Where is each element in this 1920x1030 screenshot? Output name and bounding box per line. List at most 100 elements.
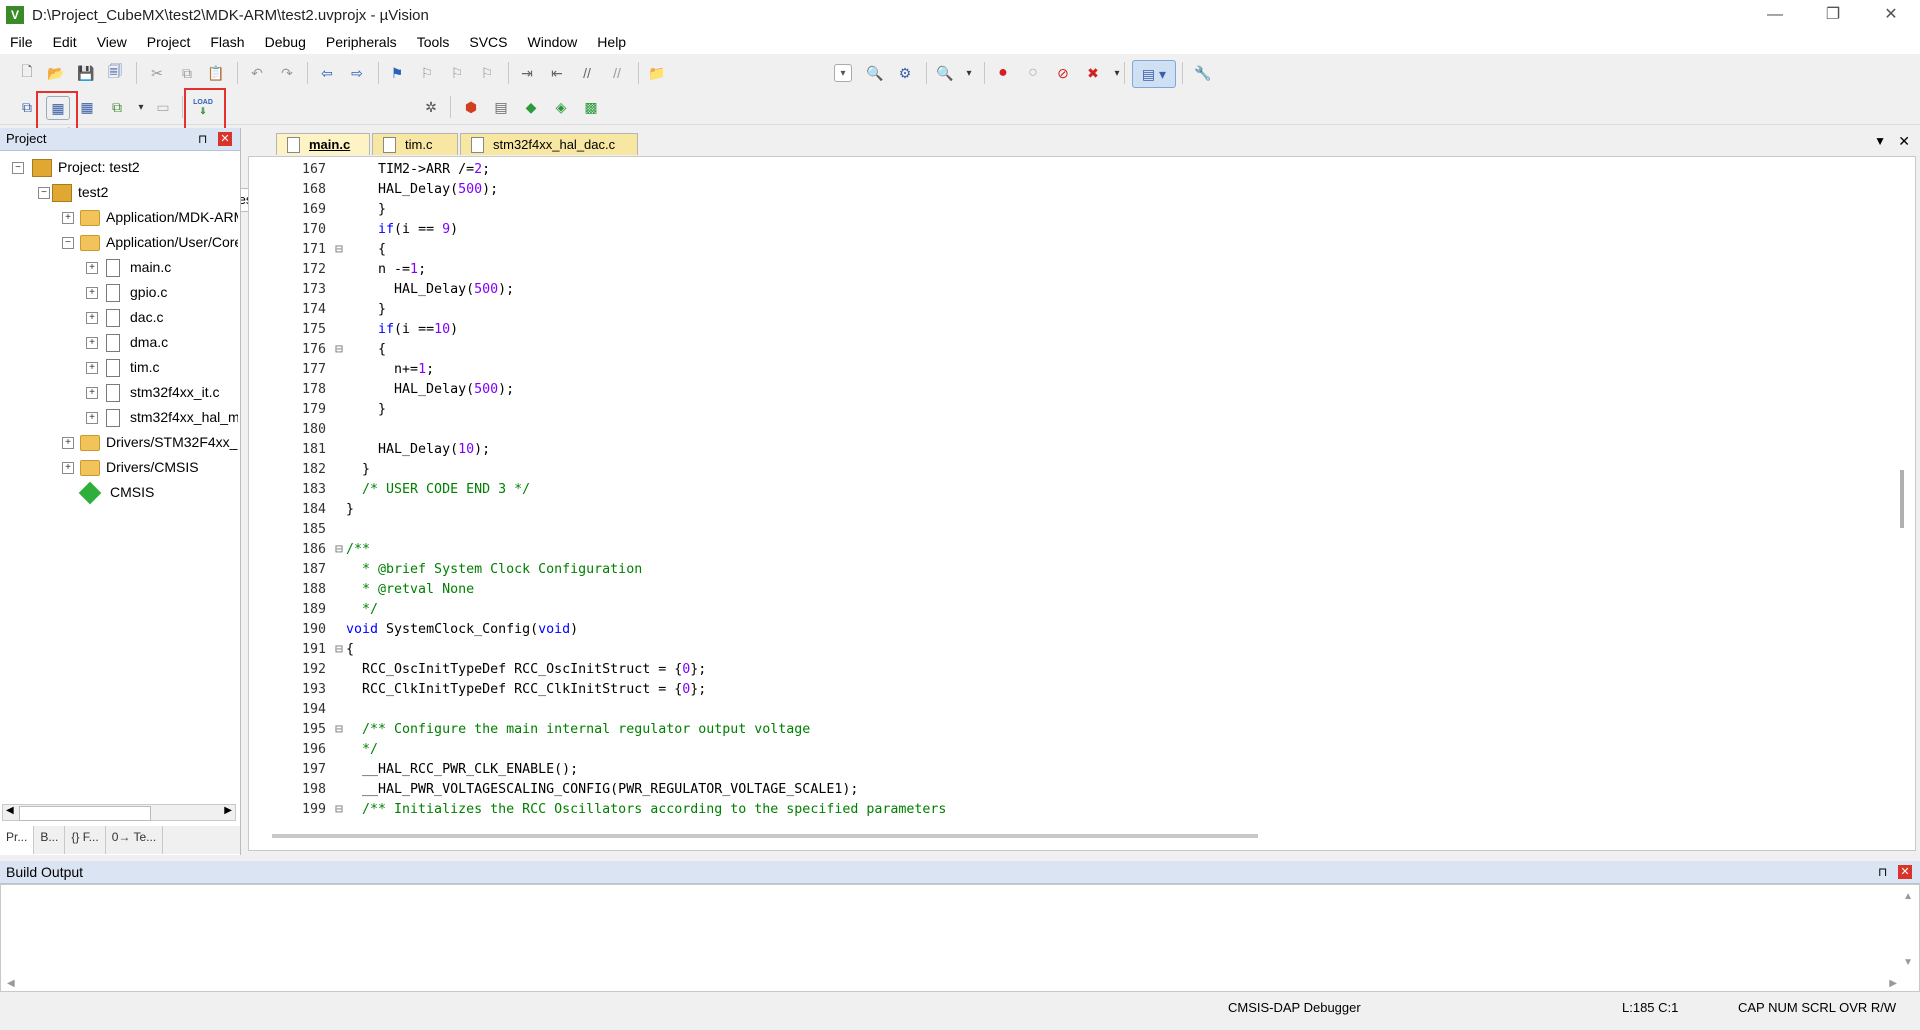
tab-functions[interactable]: {} F... (65, 826, 106, 854)
bookmark-icon[interactable]: ⚑ (386, 62, 408, 84)
batch-build-dropdown-icon[interactable]: ▾ (130, 96, 152, 118)
scroll-down-icon[interactable]: ▼ (1903, 957, 1913, 968)
tab-books[interactable]: B... (34, 826, 66, 854)
code-line[interactable]: 169 } (250, 200, 386, 220)
pin-icon[interactable]: ⊓ (1878, 861, 1887, 883)
menu-project[interactable]: Project (137, 34, 201, 50)
rebuild-icon[interactable]: ▦ (76, 96, 98, 118)
menu-debug[interactable]: Debug (255, 34, 316, 50)
incremental-find-icon[interactable]: ⚙ (894, 62, 916, 84)
tab-main-c[interactable]: main.c (276, 133, 370, 155)
code-line[interactable]: 175 if(i ==10) (250, 320, 458, 340)
expand-icon[interactable]: + (62, 212, 74, 224)
tree-item-tim-c[interactable]: + tim.c (84, 355, 238, 380)
code-line[interactable]: 186 ⊟/** (250, 540, 370, 560)
find-icon[interactable]: 🔍 (864, 62, 886, 84)
manage-project-items-icon[interactable]: ⬢ (460, 96, 482, 118)
tab-list-chevron-icon[interactable]: ▼ (1874, 134, 1886, 148)
code-line[interactable]: 197 __HAL_RCC_PWR_CLK_ENABLE(); (250, 760, 578, 780)
tree-item-project[interactable]: − Project: test2 (10, 155, 140, 180)
tree-item-cmsis[interactable]: CMSIS (60, 480, 238, 505)
fold-marker-icon[interactable]: ⊟ (332, 540, 346, 560)
code-line[interactable]: 183 /* USER CODE END 3 */ (250, 480, 530, 500)
expand-icon[interactable]: + (62, 437, 74, 449)
tree-item-target[interactable]: − test2 (36, 180, 108, 205)
tab-tim-c[interactable]: tim.c (372, 133, 458, 155)
code-line[interactable]: 179 } (250, 400, 386, 420)
translate-icon[interactable]: ⧉ (16, 96, 38, 118)
paste-icon[interactable]: 📋 (205, 62, 227, 84)
tree-item-drivers-cmsis[interactable]: + Drivers/CMSIS (60, 455, 238, 480)
expand-icon[interactable]: + (86, 287, 98, 299)
tree-item-main-c[interactable]: + main.c (84, 255, 238, 280)
close-project-panel-icon[interactable]: ✕ (218, 132, 232, 146)
tab-project[interactable]: Pr... (0, 826, 35, 854)
close-build-output-icon[interactable]: ✕ (1898, 865, 1912, 879)
pin-icon[interactable]: ⊓ (198, 128, 207, 150)
navigate-back-icon[interactable]: ⇦ (316, 62, 338, 84)
code-line[interactable]: 177 n+=1; (250, 360, 434, 380)
tree-item-stm32f4xx-hal-msp-c[interactable]: + stm32f4xx_hal_msp.c (84, 405, 238, 430)
copy-icon[interactable]: ⧉ (176, 62, 198, 84)
expand-icon[interactable]: + (86, 362, 98, 374)
fold-marker-icon[interactable]: ⊟ (332, 240, 346, 260)
code-line[interactable]: 185 (250, 520, 346, 540)
find-combo-dropdown-icon[interactable]: ▾ (834, 64, 852, 82)
configure-icon[interactable]: 🔧 (1192, 62, 1214, 84)
fold-marker-icon[interactable]: ⊟ (332, 340, 346, 360)
code-line[interactable]: 167 TIM2->ARR /=2; (250, 160, 490, 180)
code-line[interactable]: 199 ⊟ /** Initializes the RCC Oscillators… (250, 800, 946, 820)
tree-item-drivers-hal[interactable]: + Drivers/STM32F4xx_HAL_Driver (60, 430, 238, 455)
comment-icon[interactable]: // (576, 62, 598, 84)
menu-svcs[interactable]: SVCS (459, 34, 517, 50)
code-line[interactable]: 180 (250, 420, 346, 440)
stop-build-icon[interactable]: ▭ (152, 96, 174, 118)
expand-icon[interactable]: + (86, 337, 98, 349)
build-output-pane[interactable]: ▲ ▼ ◀ ▶ (0, 884, 1920, 992)
project-horizontal-scrollbar[interactable]: ◀ ▶ (2, 804, 236, 821)
editor-horizontal-scrollbar[interactable] (272, 834, 1258, 838)
code-line[interactable]: 195 ⊟ /** Configure the main internal reg… (250, 720, 810, 740)
undo-icon[interactable]: ↶ (246, 62, 268, 84)
code-line[interactable]: 198 __HAL_PWR_VOLTAGESCALING_CONFIG(PWR_… (250, 780, 858, 800)
fold-marker-icon[interactable]: ⊟ (332, 800, 346, 820)
code-line[interactable]: 191 ⊟{ (250, 640, 354, 660)
code-line[interactable]: 170 if(i == 9) (250, 220, 458, 240)
batch-build-icon[interactable]: ⧉ (106, 96, 128, 118)
cut-icon[interactable]: ✂ (146, 62, 168, 84)
scroll-thumb[interactable] (19, 806, 151, 821)
minimize-button[interactable]: — (1746, 0, 1804, 30)
tree-item-dac-c[interactable]: + dac.c (84, 305, 238, 330)
menu-edit[interactable]: Edit (43, 34, 87, 50)
code-line[interactable]: 172 n -=1; (250, 260, 426, 280)
expand-icon[interactable]: + (86, 312, 98, 324)
next-bookmark-icon[interactable]: ⚐ (446, 62, 468, 84)
select-packs-icon[interactable]: ▤ (490, 96, 512, 118)
expand-icon[interactable]: + (62, 462, 74, 474)
tree-item-dma-c[interactable]: + dma.c (84, 330, 238, 355)
collapse-icon[interactable]: − (38, 187, 50, 199)
tab-stm32f4xx-hal-dac-c[interactable]: stm32f4xx_hal_dac.c (460, 133, 638, 155)
code-line[interactable]: 178 HAL_Delay(500); (250, 380, 514, 400)
prev-bookmark-icon[interactable]: ⚐ (416, 62, 438, 84)
disable-breakpoint-icon[interactable]: ○ (1022, 62, 1044, 84)
expand-icon[interactable]: + (86, 412, 98, 424)
code-line[interactable]: 168 HAL_Delay(500); (250, 180, 498, 200)
tree-item-application-mdk-arm[interactable]: + Application/MDK-ARM (60, 205, 238, 230)
save-icon[interactable]: 💾 (75, 62, 97, 84)
code-line[interactable]: 193 RCC_ClkInitTypeDef RCC_ClkInitStruct… (250, 680, 706, 700)
tree-item-stm32f4xx-it-c[interactable]: + stm32f4xx_it.c (84, 380, 238, 405)
menu-flash[interactable]: Flash (200, 34, 254, 50)
collapse-icon[interactable]: − (12, 162, 24, 174)
code-line[interactable]: 187 * @brief System Clock Configuration (250, 560, 642, 580)
code-line[interactable]: 182 } (250, 460, 370, 480)
menu-file[interactable]: File (0, 34, 43, 50)
fold-marker-icon[interactable]: ⊟ (332, 640, 346, 660)
scroll-right-icon[interactable]: ▶ (1889, 978, 1897, 989)
target-options-icon[interactable]: ✲ (420, 96, 442, 118)
kill-all-breakpoints-icon[interactable]: ✖ (1082, 62, 1104, 84)
debug-session-icon[interactable]: 🔍 (934, 62, 956, 84)
fold-marker-icon[interactable]: ⊟ (332, 720, 346, 740)
code-line[interactable]: 184} (250, 500, 354, 520)
code-line[interactable]: 174 } (250, 300, 386, 320)
